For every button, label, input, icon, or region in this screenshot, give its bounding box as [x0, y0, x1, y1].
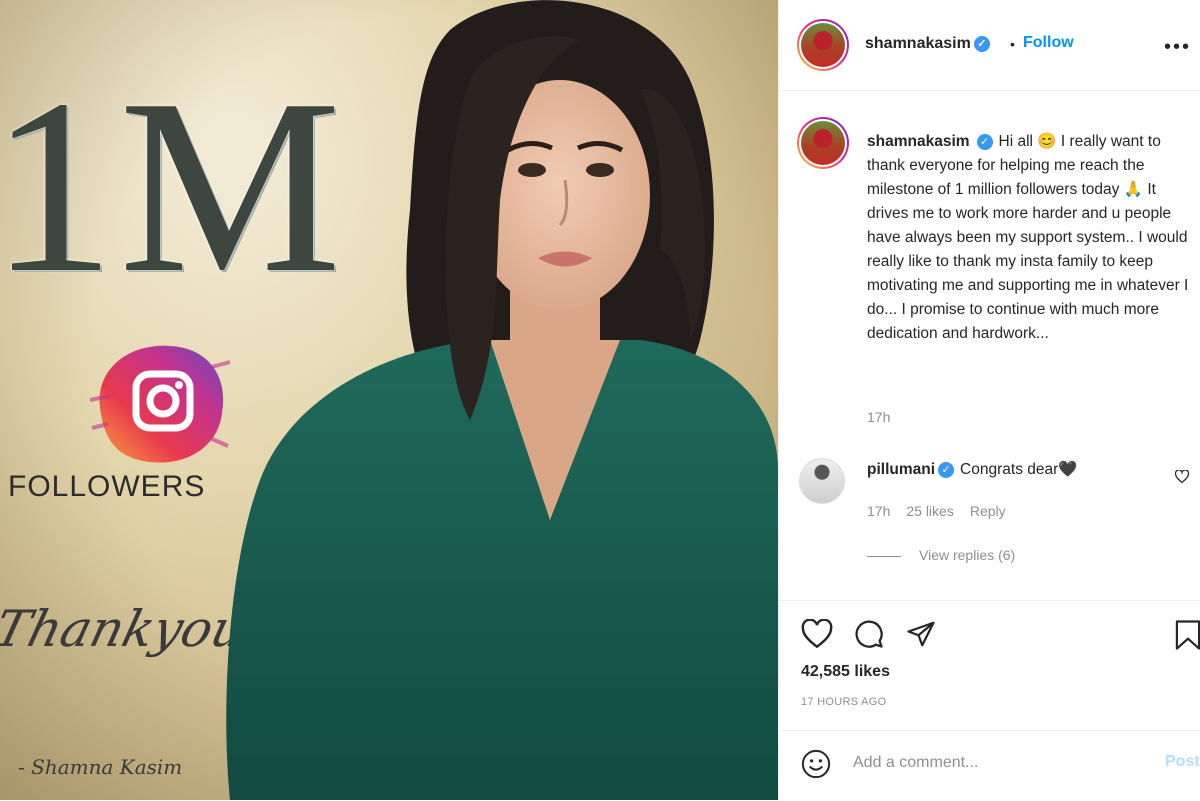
- followers-label: FOLLOWERS: [8, 470, 206, 503]
- comment-like-heart-icon[interactable]: [1175, 470, 1189, 483]
- add-comment-input[interactable]: [851, 753, 1155, 773]
- caption-avatar[interactable]: [797, 117, 849, 169]
- commenter-avatar[interactable]: [799, 458, 845, 504]
- post-header: shamnakasim ✓ • Follow •••: [779, 0, 1200, 91]
- emoji-smiley-icon[interactable]: [801, 749, 831, 779]
- signature-text: - Shamna Kasim: [18, 755, 183, 779]
- likes-count[interactable]: 42,585 likes: [801, 663, 890, 681]
- comment-username[interactable]: pillumani: [867, 461, 935, 478]
- post-image[interactable]: 1M FOLLOWERS Thankyou All - Shamna Kasim: [0, 0, 778, 800]
- post-comment-button[interactable]: Post: [1165, 753, 1200, 771]
- comment-verified-badge-icon: ✓: [938, 461, 955, 478]
- comment-time[interactable]: 17h: [867, 503, 890, 519]
- caption-avatar-image: [801, 121, 845, 165]
- share-paper-plane-icon[interactable]: [905, 619, 937, 649]
- post-sidebar: shamnakasim ✓ • Follow ••• shamnakasim ✓ Hi…: [778, 0, 1200, 800]
- caption-verified-badge-icon: ✓: [976, 133, 993, 150]
- instagram-post-view: 1M FOLLOWERS Thankyou All - Shamna Kasim: [0, 0, 1200, 800]
- caption-username[interactable]: shamnakasim: [867, 133, 970, 150]
- follow-button[interactable]: Follow: [1023, 34, 1074, 52]
- comment-likes[interactable]: 25 likes: [906, 503, 953, 519]
- save-bookmark-icon[interactable]: [1173, 619, 1200, 651]
- verified-badge-icon: ✓: [973, 35, 990, 52]
- portrait-figure: [226, 0, 778, 800]
- like-heart-icon[interactable]: [801, 619, 833, 649]
- replies-divider: [867, 556, 901, 557]
- comment-body: pillumani ✓ Congrats dear🖤: [867, 460, 1078, 479]
- instagram-logo-icon: [90, 345, 230, 463]
- post-actions: 42,585 likes 17 HOURS AGO: [779, 600, 1200, 731]
- author-username[interactable]: shamnakasim: [865, 35, 971, 52]
- add-comment-bar: Post: [779, 730, 1200, 801]
- more-options-icon[interactable]: •••: [1164, 36, 1191, 59]
- post-timestamp[interactable]: 17 HOURS AGO: [801, 696, 887, 708]
- comment-bubble-icon[interactable]: [853, 619, 885, 649]
- comment-meta: 17h 25 likes Reply: [867, 503, 1022, 519]
- post-caption: shamnakasim ✓ Hi all 😊 I really want to th…: [867, 130, 1193, 346]
- comment-reply-button[interactable]: Reply: [970, 503, 1006, 519]
- comment-text: Congrats dear🖤: [960, 461, 1078, 478]
- author-username-row[interactable]: shamnakasim ✓: [865, 35, 990, 53]
- caption-time[interactable]: 17h: [867, 409, 890, 425]
- caption-text: Hi all 😊 I really want to thank everyone…: [867, 133, 1189, 342]
- author-avatar[interactable]: [797, 19, 849, 71]
- author-avatar-image: [801, 23, 845, 67]
- separator-dot: •: [1010, 36, 1015, 52]
- view-replies-button[interactable]: View replies (6): [919, 547, 1015, 563]
